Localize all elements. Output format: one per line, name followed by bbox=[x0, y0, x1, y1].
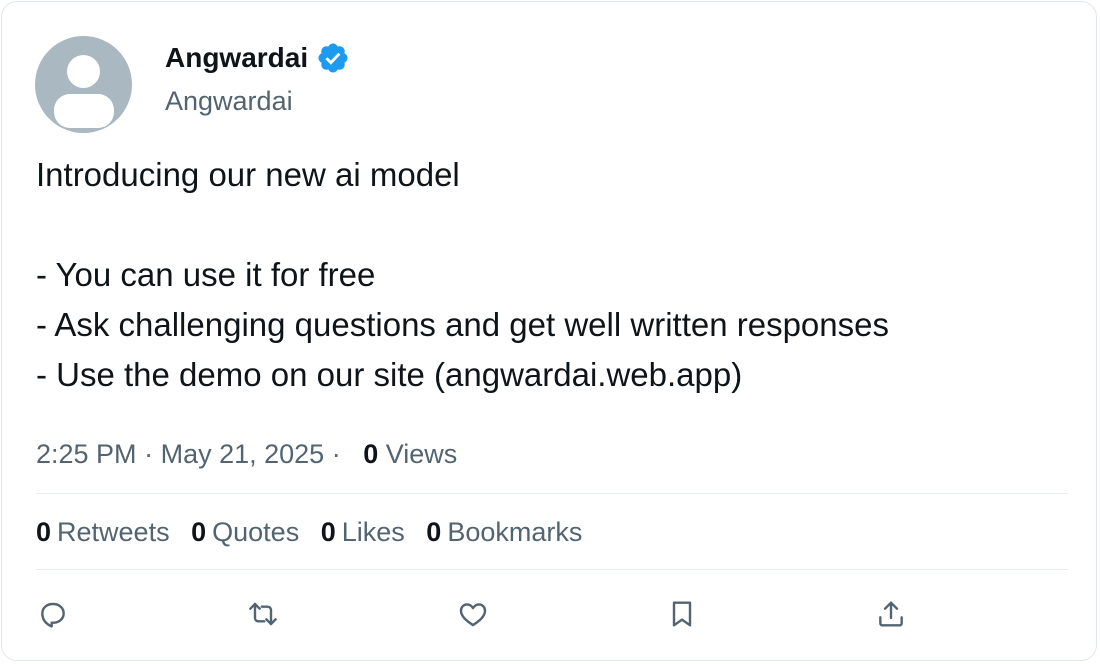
tweet-meta: 2:25 PM · May 21, 2025 · 0 Views bbox=[36, 436, 457, 472]
views-label: Views bbox=[385, 439, 458, 469]
like-button[interactable] bbox=[451, 592, 495, 636]
like-icon bbox=[459, 603, 487, 627]
bookmarks-stat[interactable]: 0 Bookmarks bbox=[426, 517, 582, 547]
author-display-name[interactable]: Angwardai bbox=[165, 40, 308, 76]
avatar-body-shape bbox=[54, 94, 114, 128]
bookmark-icon bbox=[672, 601, 692, 627]
tweet-text: Introducing our new ai model - You can u… bbox=[36, 156, 889, 393]
likes-stat[interactable]: 0 Likes bbox=[321, 517, 405, 547]
verified-badge-icon bbox=[318, 43, 348, 73]
bookmarks-label: Bookmarks bbox=[447, 517, 583, 547]
engagement-stats: 0 Retweets 0 Quotes 0 Likes 0 Bookmarks bbox=[36, 514, 596, 550]
avatar[interactable] bbox=[35, 36, 132, 133]
retweets-count: 0 bbox=[36, 517, 52, 547]
views-count: 0 bbox=[363, 439, 379, 469]
bookmarks-count: 0 bbox=[426, 517, 442, 547]
bookmark-button[interactable] bbox=[660, 592, 704, 636]
meta-separator: · bbox=[331, 439, 356, 469]
share-icon bbox=[879, 601, 903, 627]
retweet-icon bbox=[249, 602, 277, 626]
share-button[interactable] bbox=[869, 592, 913, 636]
quotes-stat[interactable]: 0 Quotes bbox=[191, 517, 299, 547]
retweet-button[interactable] bbox=[241, 592, 285, 636]
quotes-count: 0 bbox=[191, 517, 207, 547]
meta-separator: · bbox=[144, 439, 161, 469]
author-name-row: Angwardai bbox=[165, 40, 350, 76]
divider bbox=[36, 569, 1068, 570]
quotes-label: Quotes bbox=[212, 517, 300, 547]
reply-icon bbox=[41, 602, 65, 628]
likes-count: 0 bbox=[320, 517, 336, 547]
tweet-date[interactable]: May 21, 2025 bbox=[161, 439, 325, 469]
divider bbox=[36, 493, 1068, 494]
tweet-time[interactable]: 2:25 PM bbox=[36, 439, 137, 469]
author-handle[interactable]: Angwardai bbox=[165, 84, 293, 118]
reply-button[interactable] bbox=[31, 592, 75, 636]
avatar-head-shape bbox=[67, 55, 100, 88]
retweets-label: Retweets bbox=[57, 517, 170, 547]
tweet-card: Angwardai Angwardai Introducing our new … bbox=[1, 1, 1097, 661]
likes-label: Likes bbox=[341, 517, 405, 547]
retweets-stat[interactable]: 0 Retweets bbox=[36, 517, 170, 547]
